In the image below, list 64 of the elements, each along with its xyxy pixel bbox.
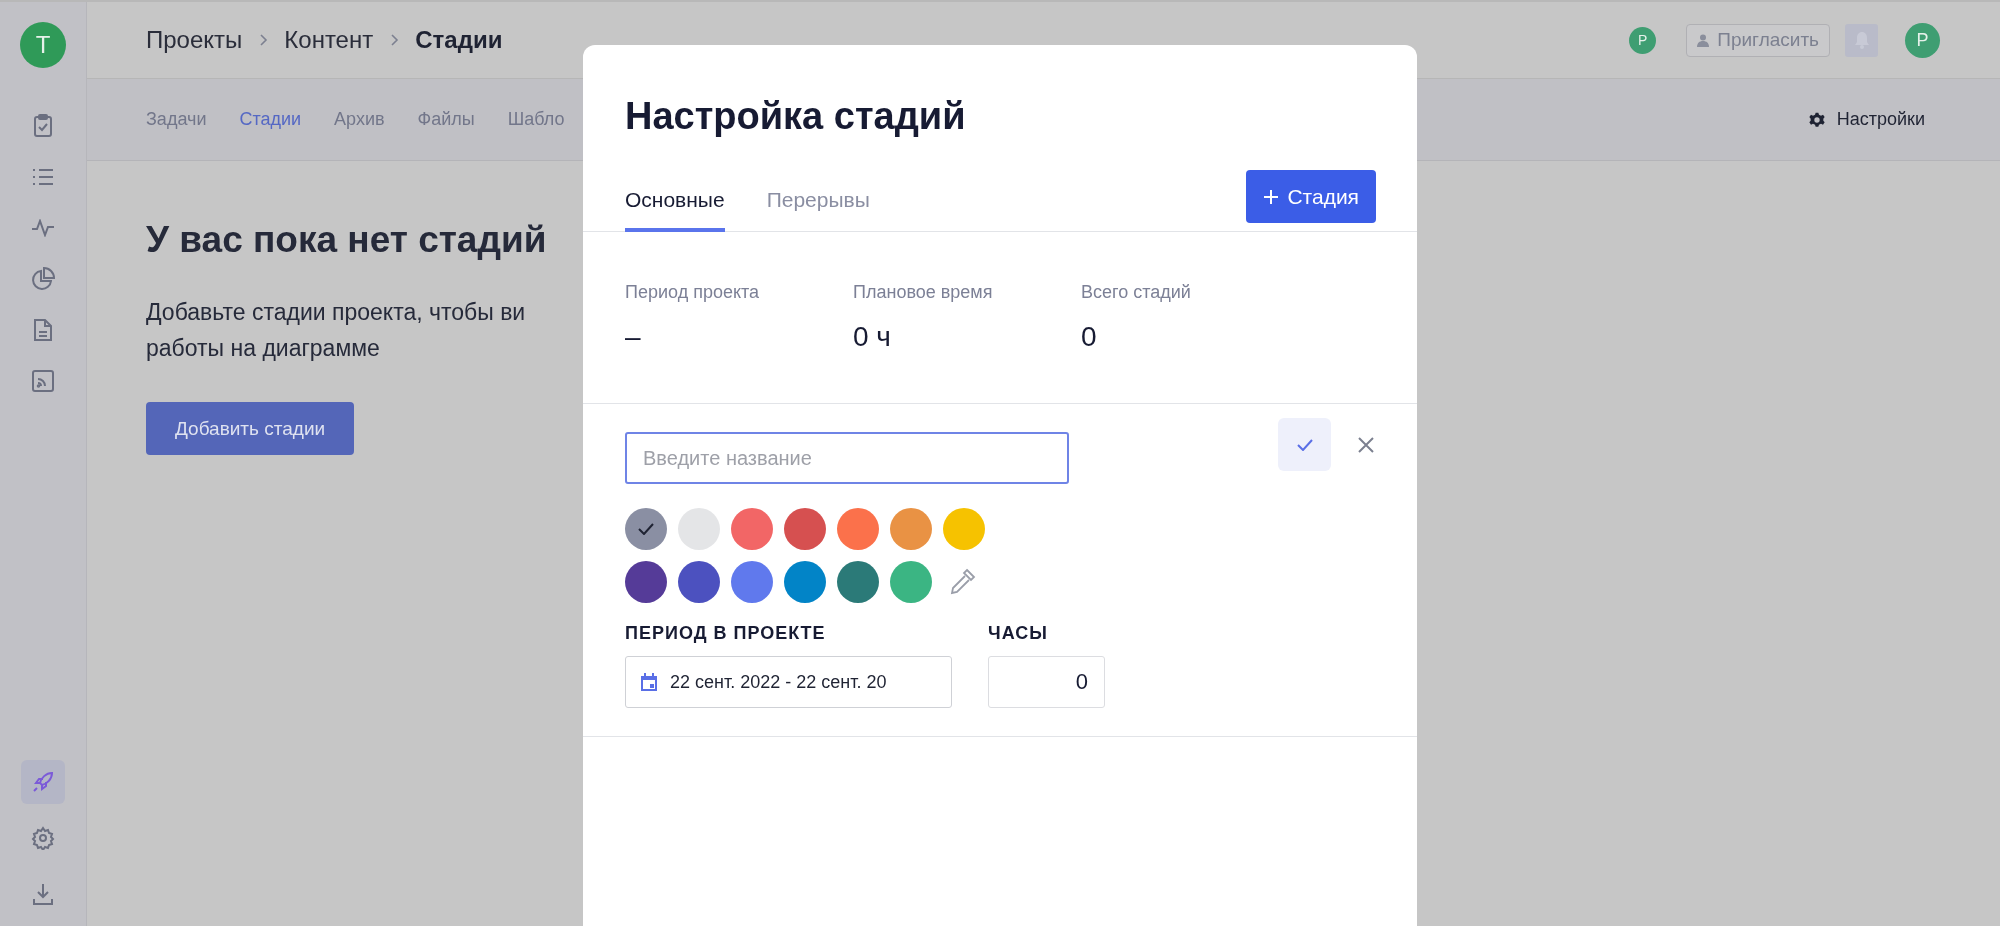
gear-icon [1808, 111, 1825, 128]
tab[interactable]: Перерывы [766, 188, 870, 232]
color-swatch[interactable] [837, 508, 879, 550]
period-label: ПЕРИОД В ПРОЕКТЕ [625, 623, 827, 644]
modal-title: Настройка стадий [624, 94, 967, 138]
nav-tab[interactable]: Архив [334, 109, 385, 130]
eyedropper-icon[interactable] [949, 567, 977, 597]
stat-label: Всего стадий [1081, 282, 1192, 303]
sidebar-item[interactable] [21, 760, 65, 804]
close-icon[interactable] [1358, 436, 1374, 453]
settings-icon [31, 826, 55, 850]
check-icon [638, 523, 654, 535]
tab[interactable]: Основные [625, 188, 725, 232]
date-range-field[interactable]: 22 сент. 2022 - 22 сент. 20 [625, 656, 952, 708]
color-swatch[interactable] [678, 508, 720, 550]
feed-icon [32, 370, 54, 392]
document-icon [33, 318, 53, 342]
check-icon [1296, 438, 1313, 451]
hours-field[interactable]: 0 [988, 656, 1105, 708]
empty-state-title: У вас пока нет стадий [146, 219, 548, 261]
color-swatch[interactable] [678, 561, 720, 603]
breadcrumb[interactable]: Контент [284, 26, 374, 54]
add-stage-button[interactable]: Стадия [1246, 170, 1376, 223]
color-swatch[interactable] [784, 508, 826, 550]
stat-value: – [625, 321, 642, 353]
calendar-icon [640, 672, 658, 692]
empty-state-text: Добавьте стадии проекта, чтобы ви работы на диаграмме [146, 298, 526, 363]
breadcrumb[interactable]: Проекты [146, 26, 243, 54]
color-swatch[interactable] [837, 561, 879, 603]
list-icon [32, 168, 54, 186]
pie-chart-icon [31, 267, 55, 291]
download-icon [32, 883, 54, 905]
color-swatch[interactable] [943, 508, 985, 550]
nav-tab[interactable]: Стадии [239, 109, 302, 130]
color-swatch[interactable] [731, 508, 773, 550]
color-swatch[interactable] [890, 561, 932, 603]
clipboard-check-icon [32, 114, 54, 138]
stat-label: Плановое время [853, 282, 994, 303]
breadcrumb: Стадии [415, 26, 503, 54]
user-avatar[interactable]: P [1905, 22, 1940, 58]
plus-icon [1263, 188, 1280, 205]
pulse-icon [31, 219, 55, 237]
stat-label: Период проекта [625, 282, 761, 303]
add-stages-button[interactable]: Добавить стадии [146, 402, 355, 456]
color-swatch[interactable] [890, 508, 932, 550]
chevron-right-icon [389, 33, 400, 47]
nav-tab[interactable]: Файлы [417, 109, 475, 130]
name-field[interactable]: Введите название [625, 432, 1069, 484]
stat-value: 0 ч [853, 321, 892, 353]
workspace-avatar[interactable]: T [20, 22, 66, 68]
person-icon [1697, 33, 1710, 47]
color-swatch[interactable] [731, 561, 773, 603]
invite-button[interactable]: Пригласить [1686, 23, 1830, 57]
nav-tab[interactable]: Шабло [507, 109, 565, 130]
hours-label: ЧАСЫ [988, 623, 1049, 644]
stat-value: 0 [1081, 321, 1098, 353]
nav-tab[interactable]: Задачи [146, 109, 207, 130]
settings-link[interactable]: Настройки [1808, 109, 1925, 130]
rocket-icon [32, 771, 54, 793]
color-swatch[interactable] [625, 561, 667, 603]
chevron-right-icon [258, 33, 269, 47]
color-swatch[interactable] [784, 561, 826, 603]
member-avatar[interactable]: P [1629, 26, 1657, 54]
color-swatch[interactable] [625, 508, 667, 550]
